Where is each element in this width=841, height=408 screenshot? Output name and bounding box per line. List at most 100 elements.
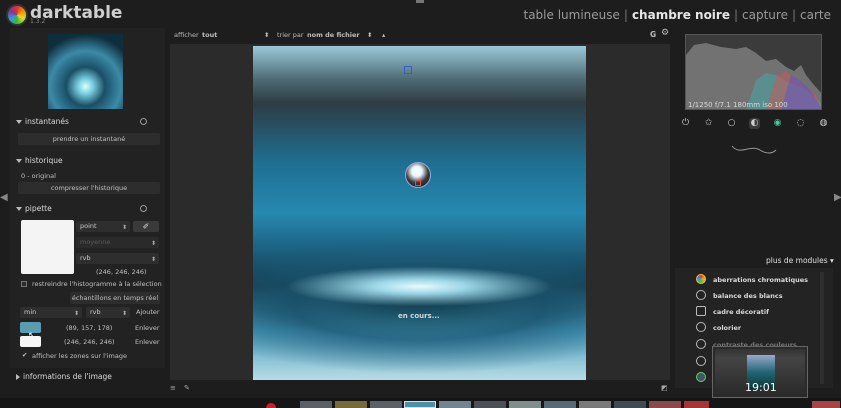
module-item[interactable]: cadre décoratif [713, 308, 769, 316]
sample-marker[interactable] [415, 180, 421, 186]
view-separator: | [791, 8, 797, 22]
image-info-title: informations de l'image [23, 372, 112, 381]
main-image[interactable] [253, 46, 586, 380]
picker-model-select[interactable]: rvb ⬍ [76, 253, 159, 264]
filmstrip-thumb-selected[interactable] [404, 401, 436, 408]
frame-icon [696, 306, 706, 316]
module-list-scrollbar[interactable] [820, 272, 824, 384]
eyedropper-button[interactable]: ✐ [133, 221, 159, 232]
restrict-histogram-checkbox[interactable] [21, 281, 27, 287]
exif-info: 1/1250 f/7.1 180mm iso 100 [688, 101, 788, 109]
color-picker-title: pipette [25, 204, 52, 213]
module-item[interactable]: balance des blancs [713, 292, 783, 300]
bottom-toolbar: ≡ ✎ ◩ [170, 382, 670, 395]
view-map[interactable]: carte [800, 8, 831, 22]
right-panel-collapse-icon[interactable]: ▶ [834, 192, 841, 203]
menu-icon[interactable]: ≡ [170, 384, 176, 392]
top-toolbar: afficher tout ⬍ trier par nom de fichier… [170, 28, 670, 42]
view-tethering[interactable]: capture [742, 8, 788, 22]
basic-group-icon[interactable]: ○ [726, 118, 737, 129]
module-item[interactable]: colorier [713, 324, 741, 332]
module-group-bar: ⏻ ✩ ○ ◐ ◉ ◌ ◍ [676, 118, 836, 132]
collapsed-triangle-icon [16, 374, 20, 380]
picker-area-marker[interactable] [404, 66, 412, 74]
check-icon[interactable]: ✔ [22, 351, 27, 359]
take-snapshot-button[interactable]: prendre un instantané [18, 133, 160, 145]
snapshots-gear-icon[interactable] [140, 118, 147, 125]
sort-select[interactable]: nom de fichier [307, 31, 360, 39]
filmstrip-thumb[interactable] [335, 401, 367, 408]
navigation-thumbnail[interactable] [48, 34, 123, 109]
circle-icon [696, 322, 706, 332]
show-label: afficher [174, 31, 199, 39]
histogram[interactable] [685, 34, 822, 110]
filmstrip-thumb[interactable] [370, 401, 402, 408]
filmstrip-thumb[interactable] [300, 401, 332, 408]
color-group-icon[interactable]: ◉ [772, 118, 783, 129]
spin-icon: ⬍ [121, 310, 127, 317]
remove-sample-button[interactable]: Enlever [135, 324, 160, 332]
grouping-button[interactable]: G [650, 30, 656, 39]
triangle-up-icon[interactable]: ▴ [382, 31, 385, 39]
compress-history-button[interactable]: compresser l'historique [18, 182, 160, 194]
live-samples-button[interactable]: échantillons en temps réel [70, 292, 160, 304]
more-modules-button[interactable]: plus de modules ▾ [766, 256, 834, 265]
left-panel-collapse-icon[interactable]: ◀ [0, 192, 8, 203]
history-header[interactable]: historique [16, 156, 63, 165]
style-icon[interactable]: ✎ [184, 384, 190, 392]
history-item[interactable]: 0 - original [21, 172, 56, 180]
filmstrip-thumb[interactable] [509, 401, 541, 408]
color-picker-header[interactable]: pipette [16, 204, 52, 213]
stat-value: min [24, 308, 37, 316]
filmstrip-thumb[interactable] [649, 401, 681, 408]
effect-group-icon[interactable]: ◍ [818, 118, 829, 129]
record-indicator [266, 403, 276, 408]
view-separator: | [733, 8, 739, 22]
picker-mode-select[interactable]: point ⬍ [76, 221, 130, 232]
processing-status: en cours... [398, 312, 440, 320]
overexposure-icon[interactable]: ◩ [661, 384, 668, 392]
picker-area-select[interactable]: moyenne ⬍ [76, 237, 159, 248]
snapshots-header[interactable]: instantanés [16, 117, 69, 126]
filmstrip-thumb[interactable] [812, 401, 840, 408]
remove-sample-button[interactable]: Enlever [135, 338, 160, 346]
view-switcher: table lumineuse | chambre noire | capture | ca… [521, 8, 833, 22]
histogram-graph [686, 43, 821, 109]
darktable-logo-icon [6, 4, 28, 26]
app-version: 1.3.2 [30, 18, 46, 25]
correct-group-icon[interactable]: ◌ [795, 118, 806, 129]
sample-swatch[interactable] [20, 336, 41, 347]
power-icon[interactable]: ⏻ [680, 118, 691, 129]
tone-group-icon[interactable]: ◐ [749, 118, 760, 129]
add-sample-button[interactable]: Ajouter [136, 308, 160, 316]
sample-value: (246, 246, 246) [64, 338, 115, 346]
expand-triangle-icon [16, 120, 22, 124]
favorites-star-icon[interactable]: ✩ [703, 118, 714, 129]
show-filter-select[interactable]: tout [202, 31, 217, 39]
sample-value: (89, 157, 178) [66, 324, 113, 332]
view-darkroom[interactable]: chambre noire [632, 8, 730, 22]
filmstrip-thumb[interactable] [544, 401, 576, 408]
filmstrip-thumb[interactable] [684, 401, 709, 408]
circle-icon [696, 339, 706, 349]
stat-select[interactable]: min ⬍ [20, 307, 82, 318]
preferences-gear-icon[interactable]: ⚙ [661, 28, 669, 38]
spin-icon: ⬍ [367, 31, 373, 39]
filmstrip-thumb[interactable] [474, 401, 506, 408]
top-panel-toggle[interactable] [416, 0, 424, 3]
picker-gear-icon[interactable] [140, 205, 147, 212]
image-info-header[interactable]: informations de l'image [16, 372, 112, 381]
filmstrip-thumb[interactable] [439, 401, 471, 408]
more-modules-label: plus de modules [766, 256, 828, 265]
picker-model-value: rvb [80, 254, 91, 262]
history-title: historique [25, 156, 63, 165]
filmstrip-thumb[interactable] [614, 401, 646, 408]
spin-icon: ⬍ [150, 240, 156, 247]
expand-triangle-icon [16, 159, 22, 163]
module-item[interactable]: aberrations chromatiques [713, 276, 808, 284]
view-lighttable[interactable]: table lumineuse [523, 8, 619, 22]
filmstrip-thumb[interactable] [579, 401, 611, 408]
color-circle-icon [696, 372, 706, 382]
sample-model-select[interactable]: rvb ⬍ [86, 307, 130, 318]
spin-icon: ⬍ [150, 256, 156, 263]
